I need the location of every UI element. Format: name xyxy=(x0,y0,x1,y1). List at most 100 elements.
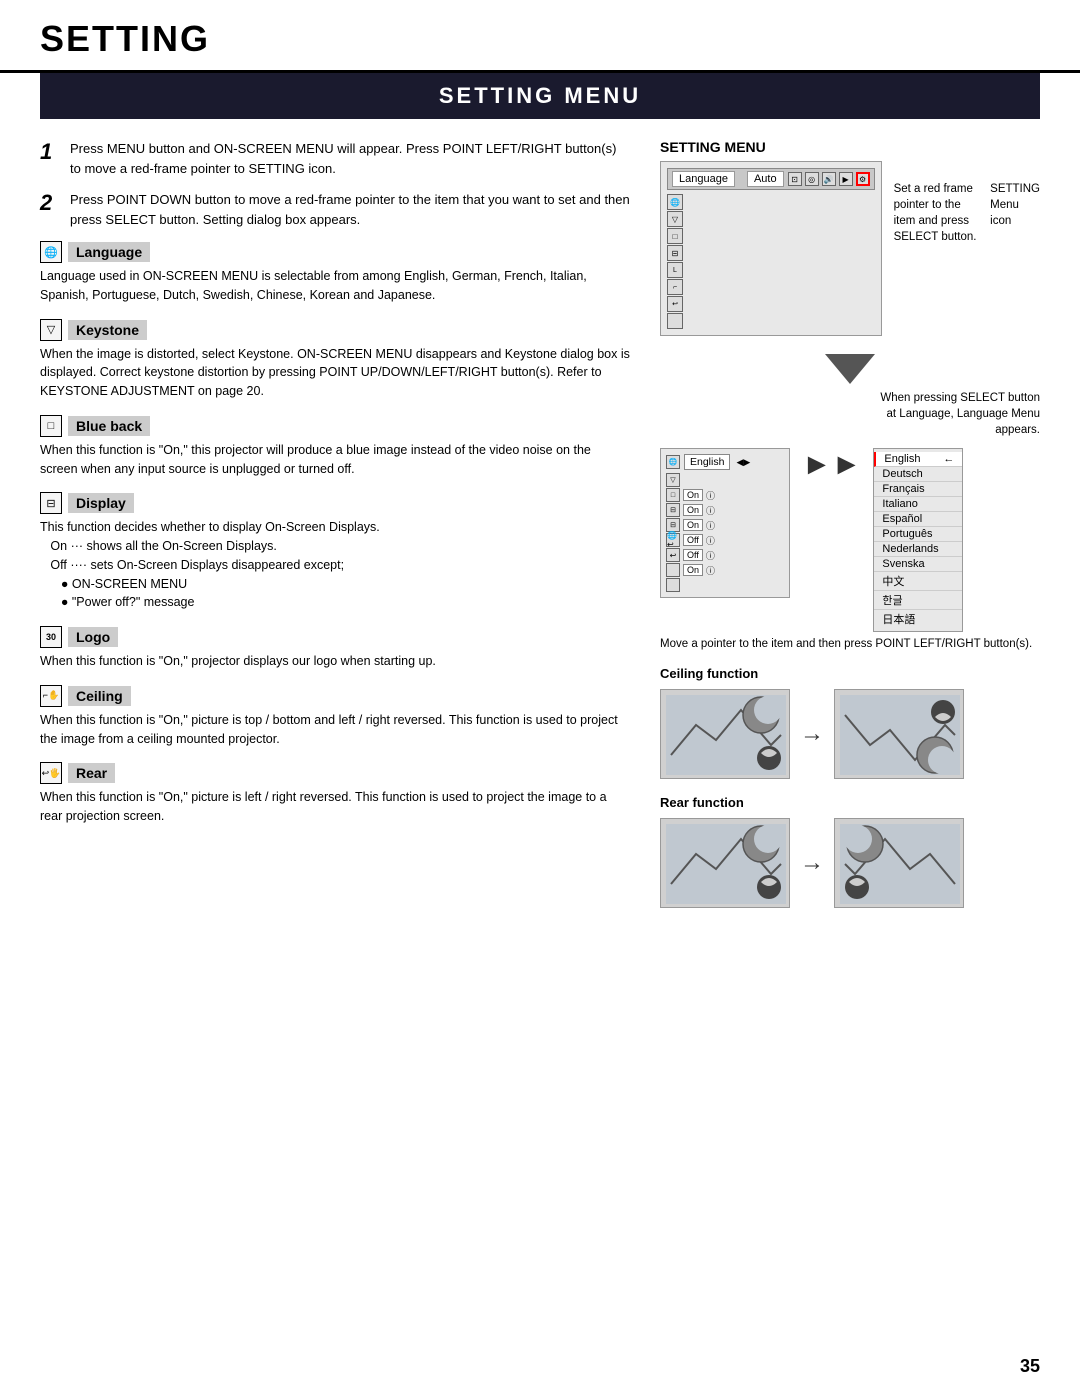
menu-row-1: 🌐 xyxy=(667,194,875,210)
menu-row-8 xyxy=(667,313,875,329)
lang-row-5: 🌐↩ Off ⓘ xyxy=(666,533,784,547)
section-title-bar: SETTING MENU xyxy=(40,73,1040,119)
rear-section: ↩🖐 Rear When this function is "On," pict… xyxy=(40,762,630,826)
ceiling-after-svg xyxy=(835,690,964,779)
lang-on-4: On xyxy=(683,564,703,576)
rear-function-section: Rear function → xyxy=(660,795,1040,908)
step-2: 2 Press POINT DOWN button to move a red-… xyxy=(40,190,630,229)
ceiling-function-diagrams: → xyxy=(660,689,1040,779)
lang-item-portugues: Português xyxy=(874,527,962,542)
lang-on-1: On xyxy=(683,489,703,501)
display-text: This function decides whether to display… xyxy=(40,518,630,612)
lang-english-arrow: ← xyxy=(943,453,954,465)
lang-row-8 xyxy=(666,578,784,592)
down-arrow xyxy=(660,354,1040,384)
menu-language-tab: Language xyxy=(672,171,735,187)
callout2: SETTING Menu icon xyxy=(990,181,1040,229)
setting-menu-diagram-title: SETTING MENU xyxy=(660,139,1040,155)
ceiling-function-title: Ceiling function xyxy=(660,666,1040,681)
blue-back-section: □ Blue back When this function is "On," … xyxy=(40,415,630,479)
ceiling-after-diagram xyxy=(834,689,964,779)
blue-back-icon: □ xyxy=(40,415,62,437)
display-header: ⊟ Display xyxy=(40,492,630,514)
callout3: When pressing SELECT button at Language,… xyxy=(880,390,1040,438)
ceiling-function-section: Ceiling function xyxy=(660,666,1040,779)
ceiling-before-svg xyxy=(661,690,790,779)
row-icon-rear: ↩ xyxy=(667,296,683,312)
rear-function-title: Rear function xyxy=(660,795,1040,810)
lr-icon-2: □ xyxy=(666,488,680,502)
lr-icon-1: ▽ xyxy=(666,473,680,487)
language-selection-area: 🌐 English ◀▶ ▽ □ On ⓘ ⊟ On xyxy=(660,448,1040,632)
logo-text: When this function is "On," projector di… xyxy=(40,652,630,671)
rear-text: When this function is "On," picture is l… xyxy=(40,788,630,826)
lang-off-1: Off xyxy=(683,534,703,546)
language-icon: 🌐 xyxy=(40,241,62,263)
row-icon-extra xyxy=(667,313,683,329)
lang-item-chinese: 中文 xyxy=(874,572,962,591)
menu-auto-tab: Auto xyxy=(747,171,784,187)
step-1-number: 1 xyxy=(40,139,62,178)
lang-menu-top: 🌐 English ◀▶ xyxy=(666,454,784,470)
rear-function-diagrams: → xyxy=(660,818,1040,908)
lang-item-espanol: Español xyxy=(874,512,962,527)
menu-row-3: □ xyxy=(667,228,875,244)
lang-row-4: ⊟ On ⓘ xyxy=(666,518,784,532)
step-1: 1 Press MENU button and ON-SCREEN MENU w… xyxy=(40,139,630,178)
lang-item-korean: 한글 xyxy=(874,591,962,610)
ceiling-text: When this function is "On," picture is t… xyxy=(40,711,630,749)
blue-back-header: □ Blue back xyxy=(40,415,630,437)
logo-label: Logo xyxy=(68,627,118,647)
ceiling-header: ⌐✋ Ceiling xyxy=(40,685,630,707)
lang-row-7: On ⓘ xyxy=(666,563,784,577)
language-header: 🌐 Language xyxy=(40,241,630,263)
setting-menu-diagram: Language Auto ⊡ ◎ 🔊 ▶ ⚙ 🌐 xyxy=(660,161,882,336)
main-content: 1 Press MENU button and ON-SCREEN MENU w… xyxy=(0,119,1080,944)
lang-off-2: Off xyxy=(683,549,703,561)
step-1-text: Press MENU button and ON-SCREEN MENU wil… xyxy=(70,139,630,178)
callout1: Set a red frame pointer to the item and … xyxy=(894,181,983,245)
display-label: Display xyxy=(68,493,134,513)
lang-row-3: ⊟ On ⓘ xyxy=(666,503,784,517)
blue-back-label: Blue back xyxy=(68,416,150,436)
ceiling-arrow: → xyxy=(800,720,824,748)
lang-row-1: ▽ xyxy=(666,473,784,487)
right-column: SETTING MENU Language Auto ⊡ ◎ 🔊 ▶ ⚙ xyxy=(660,139,1040,924)
lang-row-6: ↩ Off ⓘ xyxy=(666,548,784,562)
lang-item-italiano: Italiano xyxy=(874,497,962,512)
row-icon-key: ▽ xyxy=(667,211,683,227)
menu-icon-3: 🔊 xyxy=(822,172,836,186)
language-label: Language xyxy=(68,242,150,262)
lang-on-2: On xyxy=(683,504,703,516)
row-icon-ceil: ⌐ xyxy=(667,279,683,295)
lr-icon-7 xyxy=(666,563,680,577)
callout-area: Set a red frame pointer to the item and … xyxy=(894,161,1040,245)
section-title: SETTING MENU xyxy=(40,83,1040,109)
language-section: 🌐 Language Language used in ON-SCREEN ME… xyxy=(40,241,630,305)
row-icon-lang: 🌐 xyxy=(667,194,683,210)
right-arrow: ►► xyxy=(802,448,861,482)
keystone-header: ▽ Keystone xyxy=(40,319,630,341)
logo-header: 30 Logo xyxy=(40,626,630,648)
language-list-box: English ← Deutsch Français Italiano Espa… xyxy=(873,448,963,632)
lr-icon-5: 🌐↩ xyxy=(666,533,680,547)
keystone-section: ▽ Keystone When the image is distorted, … xyxy=(40,319,630,401)
left-column: 1 Press MENU button and ON-SCREEN MENU w… xyxy=(40,139,630,924)
step-2-text: Press POINT DOWN button to move a red-fr… xyxy=(70,190,630,229)
lang-rows: ▽ □ On ⓘ ⊟ On ⓘ ⊟ On ⓘ xyxy=(666,473,784,592)
lang-globe-icon: 🌐 xyxy=(666,455,680,469)
lang-item-deutsch: Deutsch xyxy=(874,467,962,482)
menu-icon-2: ◎ xyxy=(805,172,819,186)
menu-icon-1: ⊡ xyxy=(788,172,802,186)
blue-back-text: When this function is "On," this project… xyxy=(40,441,630,479)
lr-icon-3: ⊟ xyxy=(666,503,680,517)
menu-icon-4: ▶ xyxy=(839,172,853,186)
callout4: Move a pointer to the item and then pres… xyxy=(660,638,1040,650)
lang-english: English xyxy=(884,453,920,465)
logo-icon: 30 xyxy=(40,626,62,648)
display-icon: ⊟ xyxy=(40,492,62,514)
ceiling-icon: ⌐✋ xyxy=(40,685,62,707)
rear-after-svg xyxy=(835,819,964,908)
lang-on-3: On xyxy=(683,519,703,531)
logo-section: 30 Logo When this function is "On," proj… xyxy=(40,626,630,671)
